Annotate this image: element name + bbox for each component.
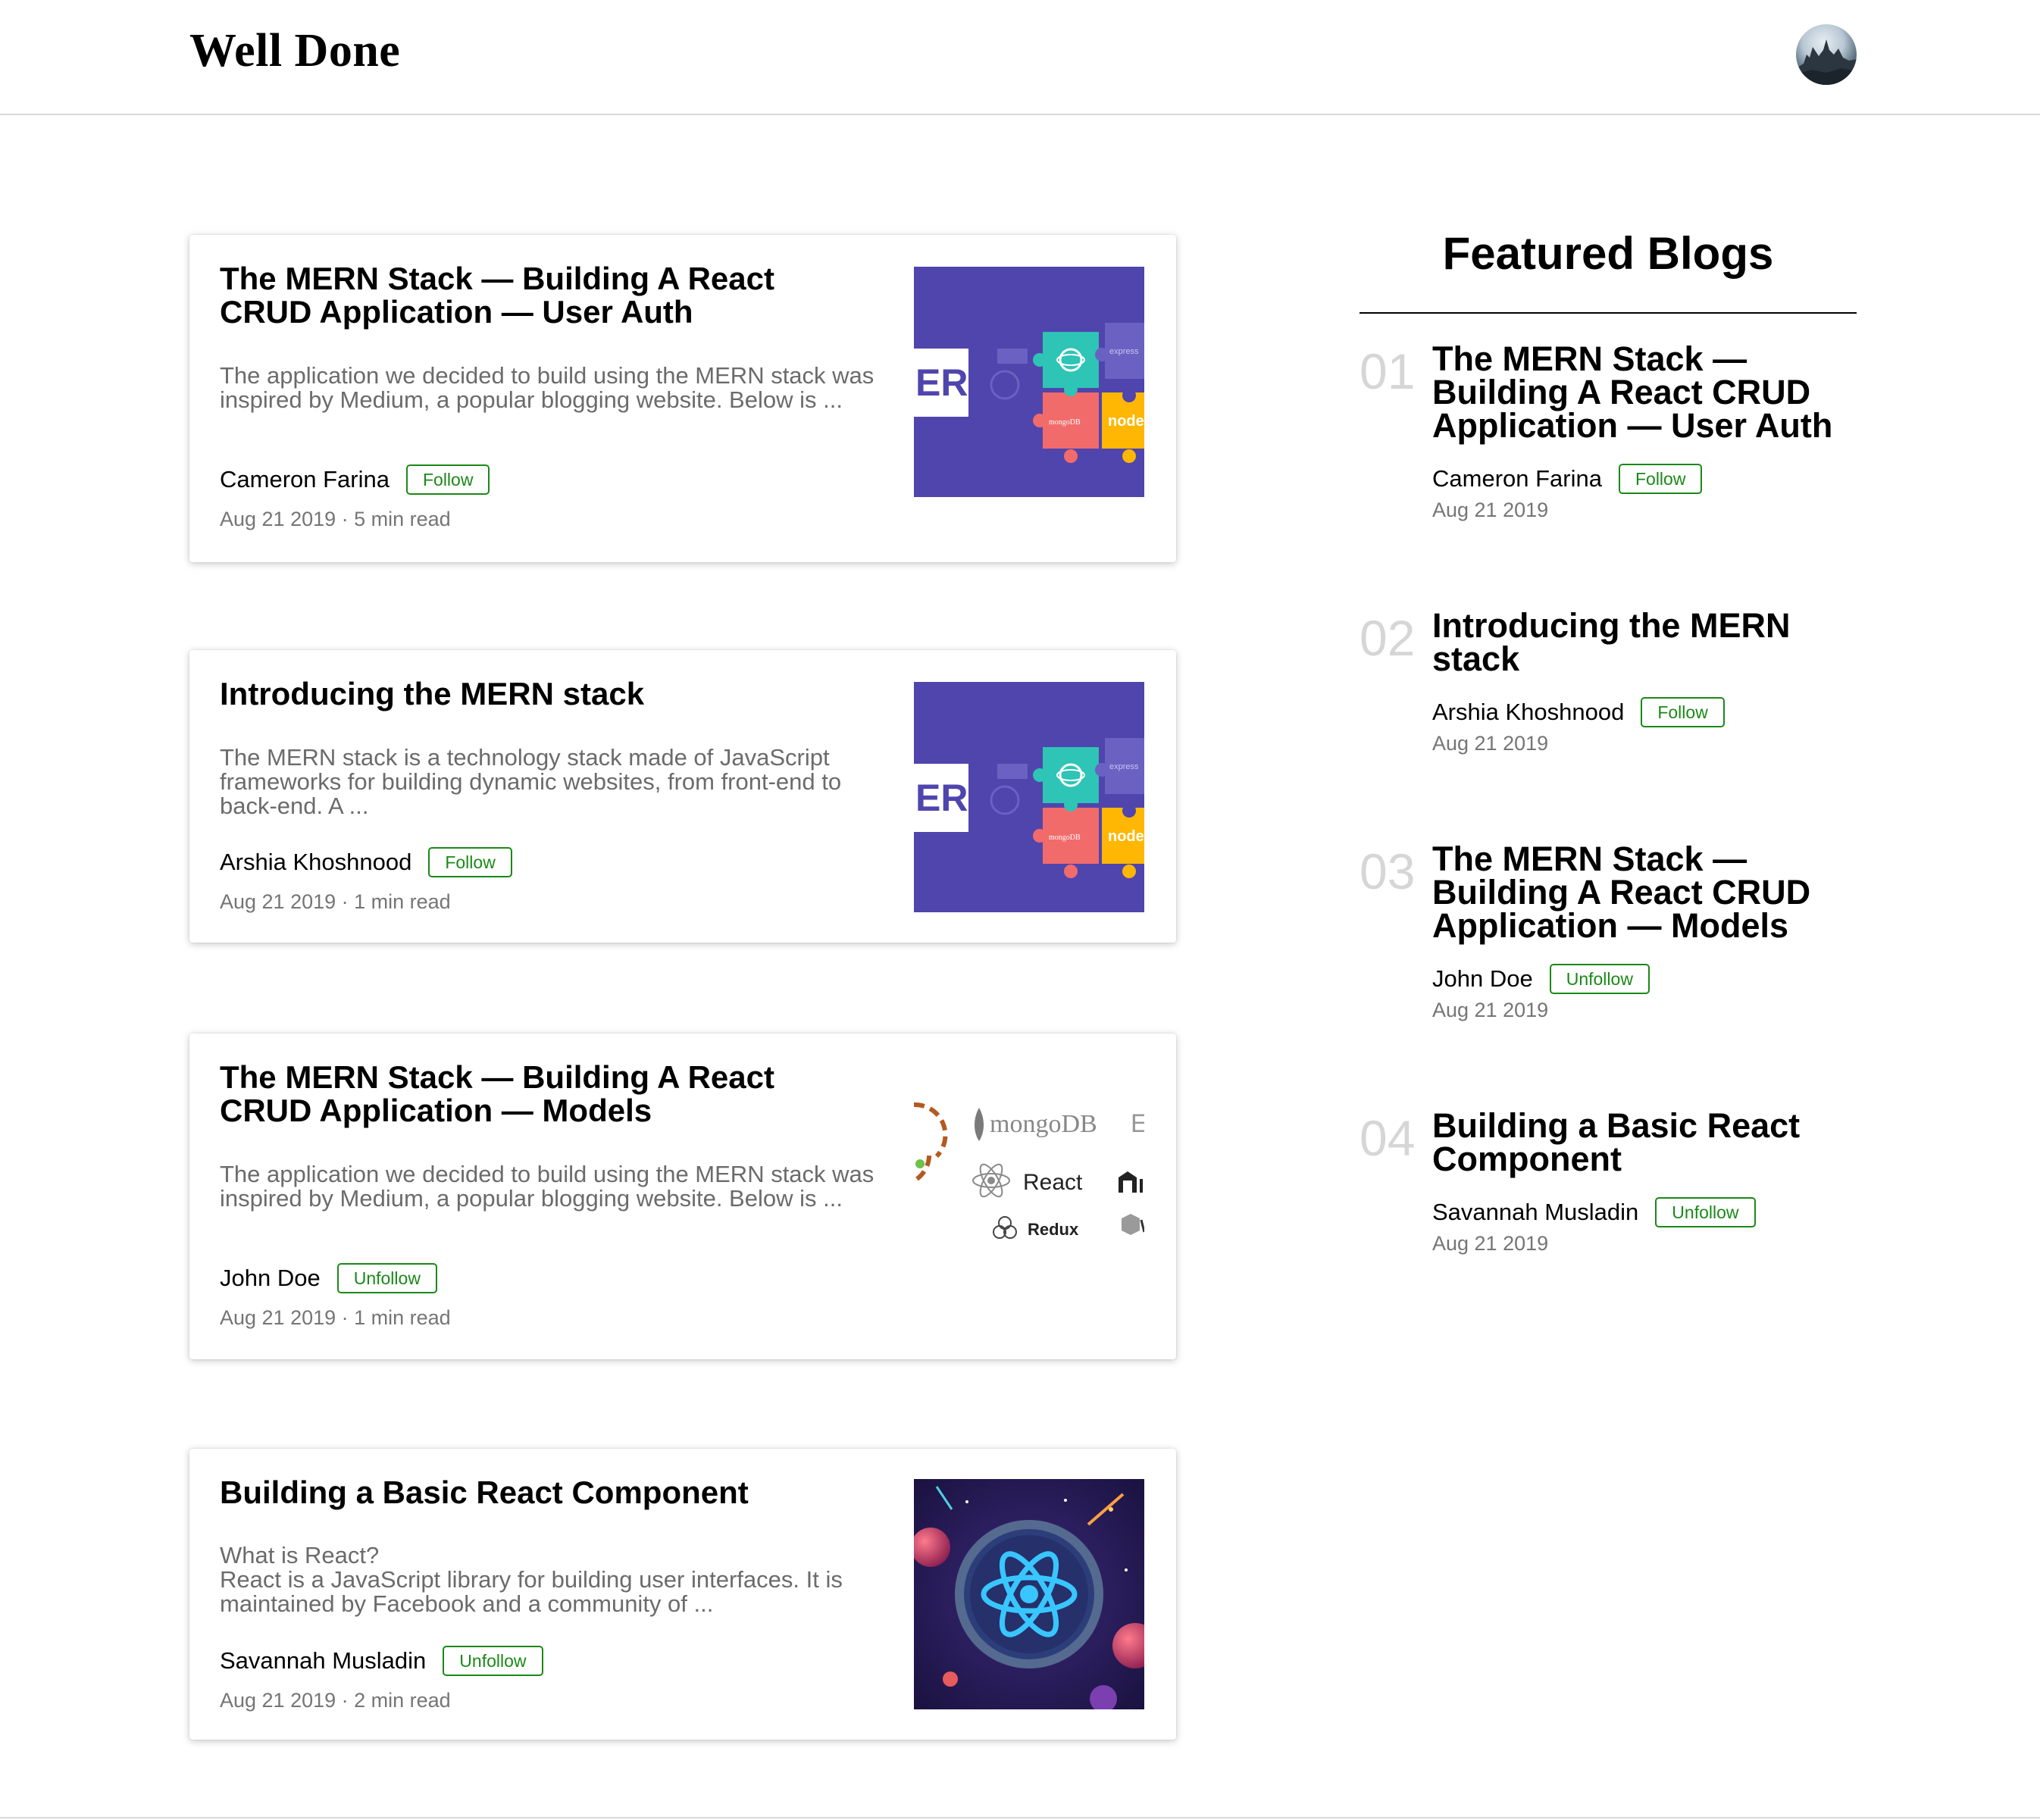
featured-date: Aug 21 2019 [1432, 732, 1549, 755]
post-card[interactable]: The MERN Stack — Building A React CRUD A… [189, 235, 1176, 562]
post-thumbnail[interactable]: mongoDB E React Redux [914, 1065, 1144, 1296]
post-excerpt: What is React? React is a JavaScript lib… [220, 1542, 843, 1617]
author-name[interactable]: Cameron Farina [1432, 465, 1602, 493]
svg-text:express: express [1109, 347, 1139, 356]
author-name[interactable]: Savannah Musladin [220, 1647, 426, 1675]
follow-button[interactable]: Follow [1618, 464, 1703, 494]
featured-title[interactable]: Introducing the MERN stack [1432, 608, 1857, 676]
featured-rank-number: 02 [1359, 610, 1416, 666]
featured-item[interactable]: 03 The MERN Stack — Building A React CRU… [1359, 842, 1857, 1024]
brand-logo-text[interactable]: Well Done [189, 24, 400, 78]
featured-date: Aug 21 2019 [1432, 999, 1549, 1021]
svg-text:Redux: Redux [1028, 1220, 1079, 1239]
post-title[interactable]: The MERN Stack — Building A React CRUD A… [220, 262, 871, 329]
svg-text:node: node [1108, 413, 1144, 430]
featured-blogs-heading: Featured Blogs [1442, 228, 1774, 279]
svg-text:node: node [1108, 828, 1144, 845]
post-thumbnail[interactable]: ERN express mongoDB node [914, 267, 1144, 497]
follow-button[interactable]: Follow [428, 847, 512, 877]
post-card[interactable]: Building a Basic React Component What is… [189, 1449, 1176, 1740]
post-card[interactable]: Introducing the MERN stack The MERN stac… [189, 650, 1176, 943]
featured-rank-number: 03 [1359, 843, 1416, 899]
unfollow-button[interactable]: Unfollow [1655, 1197, 1756, 1227]
svg-text:express: express [1109, 762, 1139, 771]
svg-text:mongoDB: mongoDB [1049, 418, 1081, 427]
featured-title[interactable]: Building a Basic React Component [1432, 1109, 1857, 1176]
featured-title[interactable]: The MERN Stack — Building A React CRUD A… [1432, 842, 1857, 943]
svg-text:E: E [1131, 1109, 1144, 1138]
featured-date: Aug 21 2019 [1432, 1232, 1549, 1255]
featured-divider [1359, 312, 1857, 314]
author-name[interactable]: John Doe [220, 1265, 321, 1292]
post-meta: Aug 21 2019 · 1 min read [220, 890, 451, 913]
svg-text:mongoDB: mongoDB [1049, 833, 1081, 842]
svg-text:mongoDB: mongoDB [990, 1110, 1097, 1138]
unfollow-button[interactable]: Unfollow [1549, 964, 1650, 994]
follow-button[interactable]: Follow [405, 464, 490, 495]
unfollow-button[interactable]: Unfollow [443, 1646, 543, 1676]
author-name[interactable]: Savannah Musladin [1432, 1199, 1638, 1226]
author-name[interactable]: Arshia Khoshnood [220, 849, 411, 876]
post-meta: Aug 21 2019 · 2 min read [220, 1689, 451, 1712]
featured-date: Aug 21 2019 [1432, 499, 1549, 521]
mern-puzzle-illustration-icon: ERN express mongoDB node [914, 682, 1144, 912]
post-title[interactable]: Building a Basic React Component [220, 1476, 871, 1509]
featured-item[interactable]: 01 The MERN Stack — Building A React CRU… [1359, 342, 1857, 524]
user-avatar[interactable] [1796, 24, 1857, 85]
react-atom-space-illustration-icon [914, 1479, 1144, 1709]
featured-author-row: Arshia Khoshnood Follow [1432, 697, 1725, 727]
post-excerpt: The application we decided to build usin… [220, 362, 875, 413]
post-title[interactable]: The MERN Stack — Building A React CRUD A… [220, 1061, 871, 1127]
follow-button[interactable]: Follow [1641, 697, 1725, 727]
post-thumbnail[interactable] [914, 1479, 1144, 1709]
page-bottom-divider [0, 1817, 2040, 1818]
post-card[interactable]: The MERN Stack — Building A React CRUD A… [189, 1034, 1176, 1359]
post-author-row: Arshia Khoshnood Follow [220, 847, 512, 877]
post-meta: Aug 21 2019 · 1 min read [220, 1306, 451, 1329]
featured-item[interactable]: 02 Introducing the MERN stack Arshia Kho… [1359, 608, 1857, 761]
post-author-row: Savannah Musladin Unfollow [220, 1646, 543, 1676]
featured-title[interactable]: The MERN Stack — Building A React CRUD A… [1432, 342, 1857, 442]
author-name[interactable]: Arshia Khoshnood [1432, 699, 1624, 726]
post-excerpt: The MERN stack is a technology stack mad… [220, 744, 842, 819]
featured-author-row: John Doe Unfollow [1432, 964, 1650, 994]
featured-item[interactable]: 04 Building a Basic React Component Sava… [1359, 1109, 1857, 1261]
featured-author-row: Savannah Musladin Unfollow [1432, 1197, 1756, 1227]
author-name[interactable]: Cameron Farina [220, 466, 390, 493]
mern-puzzle-illustration-icon: ERN express mongoDB node [914, 267, 1144, 497]
top-navbar: Well Done [0, 0, 2040, 115]
post-meta: Aug 21 2019 · 5 min read [220, 508, 451, 530]
svg-text:React: React [1023, 1170, 1083, 1195]
featured-author-row: Cameron Farina Follow [1432, 464, 1703, 494]
post-thumbnail[interactable]: ERN express mongoDB node [914, 682, 1144, 912]
featured-rank-number: 04 [1359, 1110, 1416, 1166]
post-author-row: Cameron Farina Follow [220, 464, 490, 495]
author-name[interactable]: John Doe [1432, 965, 1533, 993]
post-author-row: John Doe Unfollow [220, 1263, 437, 1293]
unfollow-button[interactable]: Unfollow [336, 1263, 437, 1293]
profile-photo-avatar-icon [1796, 39, 1857, 85]
featured-rank-number: 01 [1359, 343, 1416, 399]
tech-logos-mongodb-react-redux-icon: mongoDB E React Redux [914, 1065, 1144, 1296]
post-excerpt: The application we decided to build usin… [220, 1161, 875, 1212]
svg-text:ERN: ERN [915, 361, 996, 404]
post-title[interactable]: Introducing the MERN stack [220, 677, 871, 711]
svg-text:ERN: ERN [915, 777, 996, 819]
